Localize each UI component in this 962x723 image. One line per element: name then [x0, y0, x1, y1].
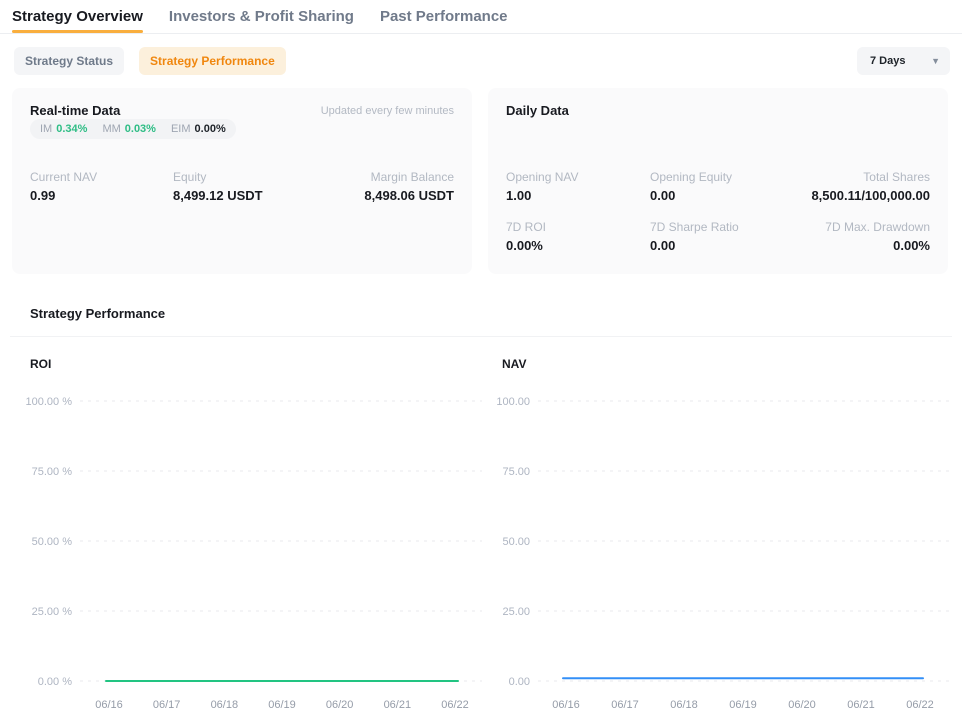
metric-label: Equity — [173, 170, 263, 184]
tab-investors-profit-sharing[interactable]: Investors & Profit Sharing — [169, 8, 354, 33]
svg-text:06/20: 06/20 — [326, 699, 354, 711]
metric-label: 7D Max. Drawdown — [739, 220, 930, 234]
metric-value: 0.00 — [650, 188, 732, 203]
eim-ratio: EIM 0.00% — [171, 123, 226, 135]
tab-past-performance[interactable]: Past Performance — [380, 8, 508, 33]
metric-equity: Equity 8,499.12 USDT — [173, 170, 263, 203]
svg-text:06/20: 06/20 — [788, 699, 816, 711]
tab-strategy-overview[interactable]: Strategy Overview — [12, 8, 143, 33]
svg-text:0.00: 0.00 — [509, 676, 530, 688]
top-tab-bar: Strategy Overview Investors & Profit Sha… — [0, 0, 962, 34]
mm-label: MM — [102, 123, 120, 135]
svg-text:50.00: 50.00 — [502, 536, 530, 548]
subtab-strategy-performance[interactable]: Strategy Performance — [139, 47, 286, 75]
svg-text:25.00 %: 25.00 % — [32, 606, 73, 618]
nav-chart-title: NAV — [502, 357, 526, 371]
metric-value: 8,500.11/100,000.00 — [732, 188, 930, 203]
metric-label: Current NAV — [30, 170, 173, 184]
svg-text:06/16: 06/16 — [95, 699, 123, 711]
strategy-dashboard-page: Strategy Overview Investors & Profit Sha… — [0, 0, 962, 723]
metric-label: Opening Equity — [650, 170, 732, 184]
metric-current-nav: Current NAV 0.99 — [30, 170, 173, 203]
metric-7d-roi: 7D ROI 0.00% — [506, 220, 650, 253]
im-label: IM — [40, 123, 52, 135]
performance-section-title: Strategy Performance — [30, 306, 165, 321]
data-cards-row: Real-time Data Updated every few minutes… — [12, 88, 948, 274]
eim-label: EIM — [171, 123, 191, 135]
svg-text:06/21: 06/21 — [384, 699, 412, 711]
svg-text:100.00: 100.00 — [496, 396, 530, 408]
metric-label: Total Shares — [732, 170, 930, 184]
svg-text:06/22: 06/22 — [906, 699, 934, 711]
metric-total-shares: Total Shares 8,500.11/100,000.00 — [732, 170, 930, 203]
svg-text:06/19: 06/19 — [729, 699, 757, 711]
metric-7d-sharpe-ratio: 7D Sharpe Ratio 0.00 — [650, 220, 739, 253]
chevron-down-icon: ▼ — [931, 57, 940, 66]
svg-text:0.00 %: 0.00 % — [38, 676, 72, 688]
realtime-metrics-row: Current NAV 0.99 Equity 8,499.12 USDT Ma… — [30, 170, 454, 203]
svg-text:06/18: 06/18 — [211, 699, 239, 711]
metric-value: 8,498.06 USDT — [263, 188, 454, 203]
daily-metrics-row-1: Opening NAV 1.00 Opening Equity 0.00 Tot… — [506, 170, 930, 203]
metric-label: Margin Balance — [263, 170, 454, 184]
im-ratio: IM 0.34% — [40, 123, 87, 135]
nav-line-chart[interactable]: 0.00 25.00 50.00 75.00 100.00 06/16 06/17 06/18… — [492, 386, 958, 721]
svg-text:06/16: 06/16 — [552, 699, 580, 711]
daily-card-title: Daily Data — [506, 103, 569, 118]
svg-text:06/22: 06/22 — [441, 699, 469, 711]
margin-ratio-badge: IM 0.34% MM 0.03% EIM 0.00% — [30, 119, 236, 139]
updated-note: Updated every few minutes — [321, 105, 454, 117]
roi-chart-title: ROI — [30, 357, 51, 371]
svg-text:06/18: 06/18 — [670, 699, 698, 711]
svg-text:25.00: 25.00 — [502, 606, 530, 618]
svg-text:50.00 %: 50.00 % — [32, 536, 73, 548]
sub-tab-bar: Strategy Status Strategy Performance — [14, 47, 286, 75]
metric-value: 0.00% — [739, 238, 930, 253]
daily-data-card: Daily Data Opening NAV 1.00 Opening Equi… — [488, 88, 948, 274]
roi-line-chart[interactable]: 0.00 % 25.00 % 50.00 % 75.00 % 100.00 % 06/16… — [12, 386, 490, 721]
metric-label: 7D Sharpe Ratio — [650, 220, 739, 234]
metric-value: 0.00 — [650, 238, 739, 253]
realtime-card-title: Real-time Data — [30, 103, 120, 118]
svg-text:75.00: 75.00 — [502, 466, 530, 478]
svg-text:75.00 %: 75.00 % — [32, 466, 73, 478]
svg-text:06/17: 06/17 — [153, 699, 181, 711]
metric-value: 8,499.12 USDT — [173, 188, 263, 203]
svg-text:06/17: 06/17 — [611, 699, 639, 711]
metric-value: 0.00% — [506, 238, 650, 253]
daily-metrics-row-2: 7D ROI 0.00% 7D Sharpe Ratio 0.00 7D Max… — [506, 220, 930, 253]
svg-text:06/21: 06/21 — [847, 699, 875, 711]
metric-opening-equity: Opening Equity 0.00 — [650, 170, 732, 203]
im-value: 0.34% — [56, 123, 87, 135]
metric-value: 0.99 — [30, 188, 173, 203]
metric-label: Opening NAV — [506, 170, 650, 184]
metric-margin-balance: Margin Balance 8,498.06 USDT — [263, 170, 454, 203]
mm-value: 0.03% — [125, 123, 156, 135]
realtime-data-card: Real-time Data Updated every few minutes… — [12, 88, 472, 274]
period-dropdown[interactable]: 7 Days ▼ — [857, 47, 950, 75]
subtab-strategy-status[interactable]: Strategy Status — [14, 47, 124, 75]
metric-label: 7D ROI — [506, 220, 650, 234]
period-dropdown-value: 7 Days — [870, 55, 905, 67]
metric-value: 1.00 — [506, 188, 650, 203]
metric-7d-max-drawdown: 7D Max. Drawdown 0.00% — [739, 220, 930, 253]
eim-value: 0.00% — [195, 123, 226, 135]
metric-opening-nav: Opening NAV 1.00 — [506, 170, 650, 203]
svg-text:100.00 %: 100.00 % — [26, 396, 73, 408]
section-divider — [10, 336, 952, 337]
mm-ratio: MM 0.03% — [102, 123, 156, 135]
svg-text:06/19: 06/19 — [268, 699, 296, 711]
